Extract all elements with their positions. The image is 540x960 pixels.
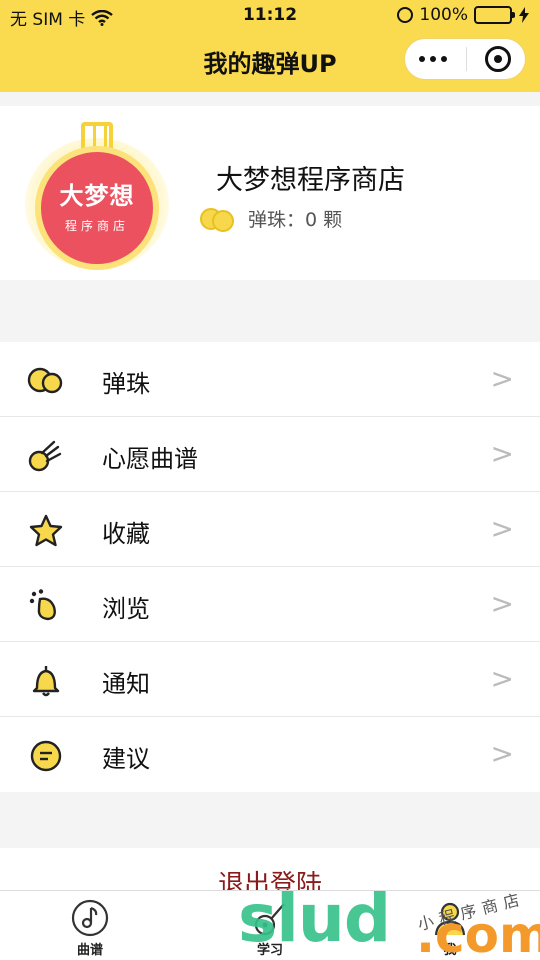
- menu-item-history[interactable]: 浏览 >: [0, 567, 540, 642]
- menu-label-feedback: 建议: [102, 745, 150, 773]
- menu-item-favorites[interactable]: 收藏 >: [0, 492, 540, 567]
- logout-button[interactable]: 退出登陆: [0, 848, 540, 900]
- avatar-title: 大梦想: [59, 182, 135, 210]
- menu-label-wish-scores: 心愿曲谱: [102, 445, 198, 473]
- tab-scores[interactable]: 曲谱: [0, 891, 180, 960]
- menu-label-marbles: 弹珠: [102, 370, 150, 398]
- star-icon: [29, 514, 63, 547]
- tab-me[interactable]: 我: [360, 891, 540, 960]
- battery-icon: [474, 6, 515, 24]
- chevron-right-icon: >: [490, 512, 514, 545]
- bell-icon: [32, 666, 60, 697]
- menu-label-favorites: 收藏: [102, 520, 150, 548]
- menu-item-wish-scores[interactable]: 心愿曲谱 >: [0, 417, 540, 492]
- capsule-divider: [465, 47, 467, 71]
- coins-row: 弹珠：0 颗: [200, 204, 342, 232]
- user-icon: [434, 902, 466, 936]
- coins-count: 弹珠：0 颗: [248, 208, 343, 231]
- battery-percent: 100%: [419, 5, 468, 25]
- chevron-right-icon: >: [490, 437, 514, 470]
- avatar[interactable]: 大梦想 程序商店: [25, 122, 169, 270]
- nav-bar: 我的趣弹UP: [0, 32, 540, 92]
- user-name: 大梦想程序商店: [216, 165, 405, 196]
- chevron-right-icon: >: [490, 737, 514, 770]
- menu-label-history: 浏览: [102, 595, 150, 623]
- coins-icon: [200, 204, 236, 232]
- avatar-subtitle: 程序商店: [64, 219, 129, 233]
- guitar-icon: [254, 903, 285, 936]
- miniprogram-capsule: [404, 38, 526, 80]
- tab-label-learn: 学习: [256, 943, 283, 958]
- status-bar: 无 SIM 卡 11:12 100%: [0, 0, 540, 32]
- profile-card: 大梦想 程序商店 大梦想程序商店 弹珠：0 颗: [0, 106, 540, 280]
- chevron-right-icon: >: [490, 587, 514, 620]
- menu-label-notifications: 通知: [102, 670, 150, 698]
- chevron-right-icon: >: [490, 662, 514, 695]
- close-miniprogram-icon[interactable]: [485, 46, 511, 72]
- tab-label-scores: 曲谱: [76, 943, 103, 958]
- avatar-badge: 大梦想 程序商店: [35, 146, 159, 270]
- charging-icon: [519, 7, 529, 23]
- menu-item-notifications[interactable]: 通知 >: [0, 642, 540, 717]
- meteor-icon: [28, 440, 62, 472]
- music-disc-icon: [71, 899, 109, 937]
- chevron-right-icon: >: [490, 362, 514, 395]
- marbles-icon: [27, 367, 63, 394]
- orientation-lock-icon: [397, 7, 414, 23]
- menu-item-feedback[interactable]: 建议 >: [0, 717, 540, 792]
- menu-item-marbles[interactable]: 弹珠 >: [0, 342, 540, 417]
- tab-label-me: 我: [443, 943, 457, 958]
- menu-list: 弹珠 > 心愿曲谱 > 收藏 > 浏览 > 通知 > 建议 >: [0, 342, 540, 792]
- footprint-icon: [29, 589, 56, 621]
- message-icon: [30, 740, 62, 772]
- status-right: 100%: [397, 5, 530, 25]
- tab-learn[interactable]: 学习: [180, 891, 360, 960]
- more-menu-icon[interactable]: [419, 56, 447, 62]
- tab-bar: 曲谱 学习 我: [0, 890, 540, 960]
